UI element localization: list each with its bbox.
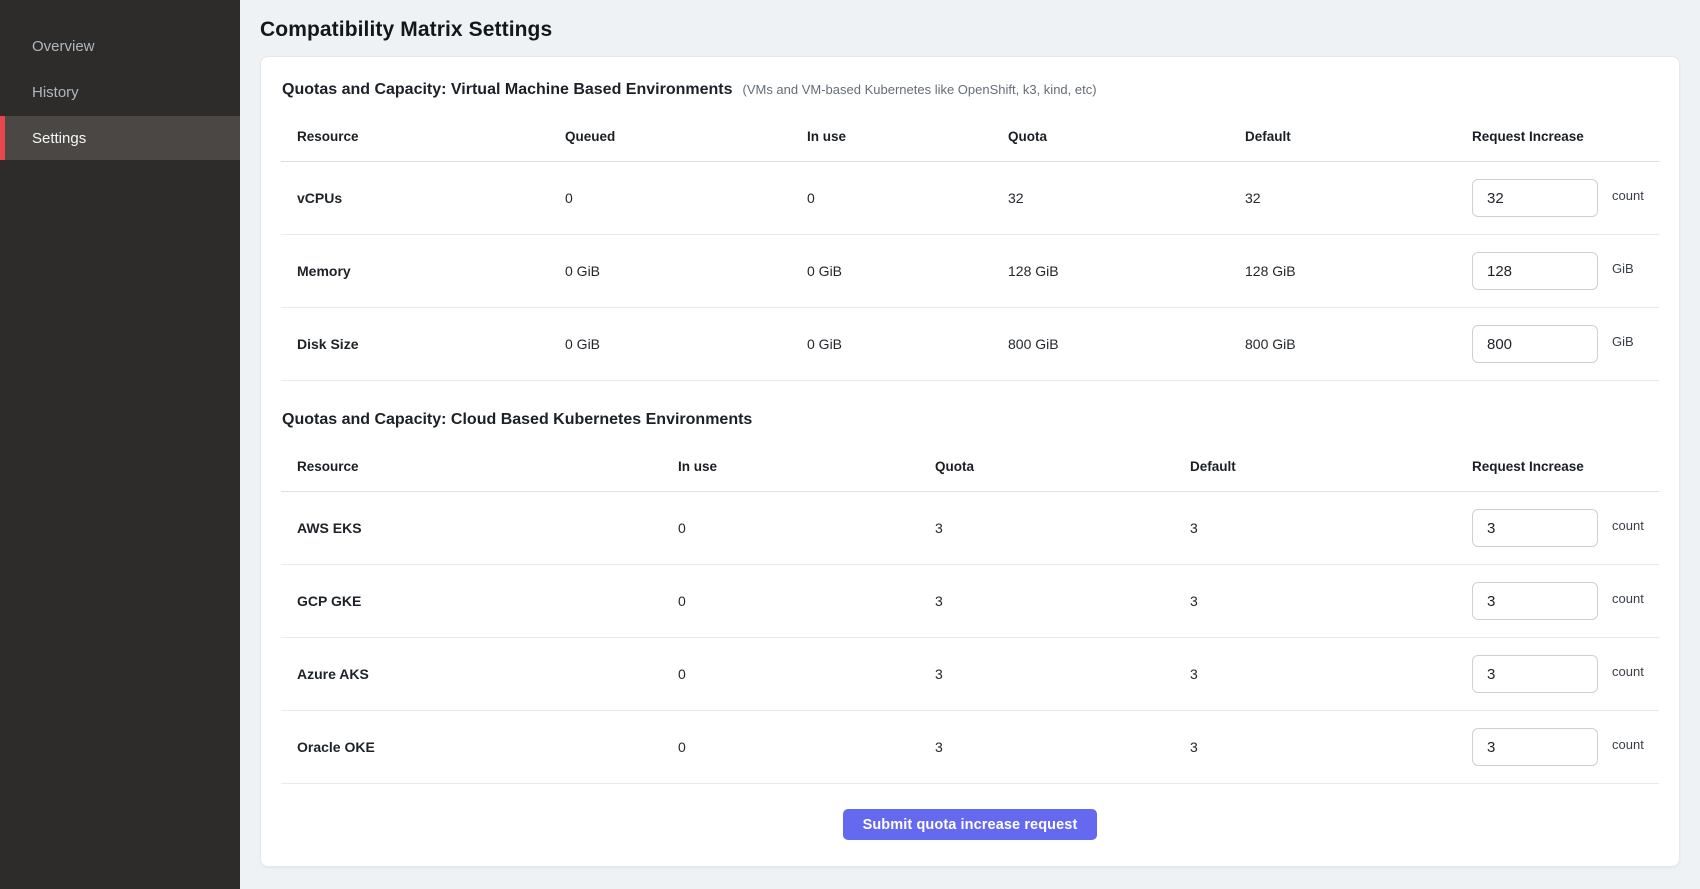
sidebar-item-settings[interactable]: Settings [0, 116, 240, 160]
vm-table-header: Resource Queued In use Quota Default Req… [281, 105, 1659, 162]
quota-value: 3 [935, 520, 1190, 536]
resource-name: Memory [297, 263, 565, 279]
quota-value: 3 [935, 739, 1190, 755]
default-value: 3 [1190, 520, 1472, 536]
column-header-quota: Quota [1008, 129, 1245, 144]
request-increase-cell: GiB [1472, 252, 1659, 290]
default-value: 3 [1190, 739, 1472, 755]
table-row: Oracle OKE 0 3 3 count [281, 711, 1659, 784]
vm-table-body: vCPUs 0 0 32 32 count Memory [281, 162, 1659, 381]
request-increase-cell: count [1472, 509, 1659, 547]
in-use-value: 0 [678, 666, 935, 682]
sidebar-item-overview[interactable]: Overview [0, 24, 240, 68]
app-root: Overview History Settings Compatibility … [0, 0, 1700, 889]
queued-value: 0 GiB [565, 336, 807, 352]
request-increase-cell: GiB [1472, 325, 1659, 363]
column-header-default: Default [1245, 129, 1472, 144]
queued-value: 0 GiB [565, 263, 807, 279]
column-header-request-increase: Request Increase [1472, 129, 1659, 144]
in-use-value: 0 [678, 739, 935, 755]
column-header-resource: Resource [297, 129, 565, 144]
main-content: Compatibility Matrix Settings Quotas and… [240, 0, 1700, 889]
table-row: Disk Size 0 GiB 0 GiB 800 GiB 800 GiB Gi… [281, 308, 1659, 381]
cloud-section-title: Quotas and Capacity: Cloud Based Kuberne… [282, 411, 752, 429]
column-header-resource: Resource [297, 459, 678, 474]
queued-value: 0 [565, 190, 807, 206]
unit-label: count [1612, 188, 1644, 203]
sidebar-item-history[interactable]: History [0, 70, 240, 114]
default-value: 32 [1245, 190, 1472, 206]
table-row: GCP GKE 0 3 3 count [281, 565, 1659, 638]
quota-value: 32 [1008, 190, 1245, 206]
unit-label: count [1612, 737, 1644, 752]
quota-value: 128 GiB [1008, 263, 1245, 279]
request-increase-input[interactable] [1472, 179, 1598, 217]
submit-quota-increase-button[interactable]: Submit quota increase request [843, 809, 1098, 840]
in-use-value: 0 GiB [807, 336, 1008, 352]
in-use-value: 0 GiB [807, 263, 1008, 279]
cloud-table-header: Resource In use Quota Default Request In… [281, 435, 1659, 492]
cloud-quota-table: Resource In use Quota Default Request In… [281, 435, 1659, 784]
request-increase-input[interactable] [1472, 728, 1598, 766]
resource-name: AWS EKS [297, 520, 678, 536]
request-increase-input[interactable] [1472, 655, 1598, 693]
vm-section-title: Quotas and Capacity: Virtual Machine Bas… [282, 81, 732, 99]
sidebar-item-label: Overview [32, 38, 95, 55]
column-header-default: Default [1190, 459, 1472, 474]
request-increase-input[interactable] [1472, 582, 1598, 620]
default-value: 128 GiB [1245, 263, 1472, 279]
resource-name: Oracle OKE [297, 739, 678, 755]
unit-label: count [1612, 518, 1644, 533]
in-use-value: 0 [678, 520, 935, 536]
request-increase-cell: count [1472, 179, 1659, 217]
column-header-quota: Quota [935, 459, 1190, 474]
sidebar: Overview History Settings [0, 0, 240, 889]
request-increase-cell: count [1472, 728, 1659, 766]
default-value: 3 [1190, 666, 1472, 682]
cloud-table-body: AWS EKS 0 3 3 count GCP GKE 0 [281, 492, 1659, 784]
default-value: 800 GiB [1245, 336, 1472, 352]
page-title: Compatibility Matrix Settings [260, 18, 1680, 42]
in-use-value: 0 [678, 593, 935, 609]
column-header-in-use: In use [678, 459, 935, 474]
unit-label: count [1612, 591, 1644, 606]
column-header-in-use: In use [807, 129, 1008, 144]
table-row: Azure AKS 0 3 3 count [281, 638, 1659, 711]
resource-name: GCP GKE [297, 593, 678, 609]
vm-quota-table: Resource Queued In use Quota Default Req… [281, 105, 1659, 381]
column-header-queued: Queued [565, 129, 807, 144]
vm-section-subtitle: (VMs and VM-based Kubernetes like OpenSh… [742, 82, 1096, 97]
table-row: vCPUs 0 0 32 32 count [281, 162, 1659, 235]
unit-label: count [1612, 664, 1644, 679]
resource-name: Disk Size [297, 336, 565, 352]
default-value: 3 [1190, 593, 1472, 609]
active-accent-bar [0, 116, 5, 160]
quota-value: 3 [935, 593, 1190, 609]
column-header-request-increase: Request Increase [1472, 459, 1659, 474]
resource-name: Azure AKS [297, 666, 678, 682]
request-increase-input[interactable] [1472, 325, 1598, 363]
request-increase-cell: count [1472, 582, 1659, 620]
cloud-section-header: Quotas and Capacity: Cloud Based Kuberne… [281, 411, 1659, 429]
vm-section-header: Quotas and Capacity: Virtual Machine Bas… [281, 81, 1659, 99]
resource-name: vCPUs [297, 190, 565, 206]
table-row: Memory 0 GiB 0 GiB 128 GiB 128 GiB GiB [281, 235, 1659, 308]
quota-value: 800 GiB [1008, 336, 1245, 352]
request-increase-input[interactable] [1472, 509, 1598, 547]
request-increase-cell: count [1472, 655, 1659, 693]
table-row: AWS EKS 0 3 3 count [281, 492, 1659, 565]
request-increase-input[interactable] [1472, 252, 1598, 290]
in-use-value: 0 [807, 190, 1008, 206]
quota-settings-card: Quotas and Capacity: Virtual Machine Bas… [260, 56, 1680, 867]
footer-actions: Submit quota increase request [281, 784, 1659, 846]
quota-value: 3 [935, 666, 1190, 682]
unit-label: GiB [1612, 334, 1634, 349]
sidebar-item-label: History [32, 84, 79, 101]
sidebar-item-label: Settings [32, 130, 86, 147]
unit-label: GiB [1612, 261, 1634, 276]
